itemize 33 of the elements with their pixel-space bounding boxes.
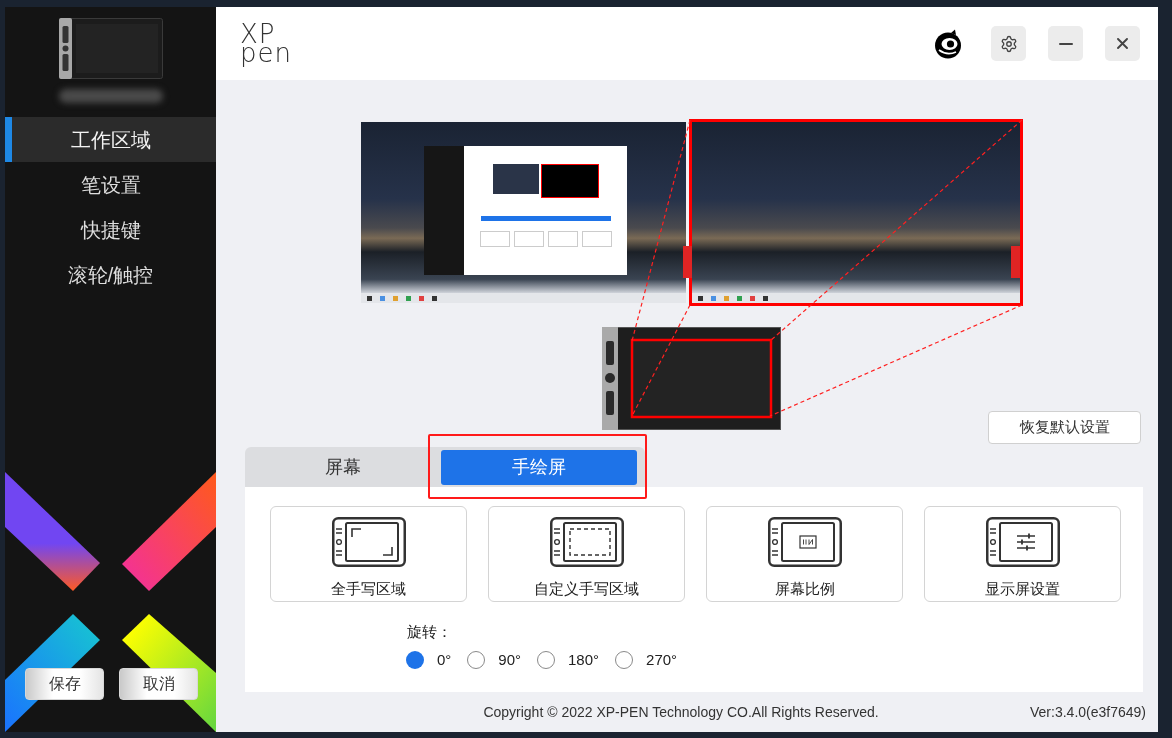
close-button[interactable] [1105, 26, 1140, 61]
tablet-ratio-icon [767, 517, 842, 567]
settings-icon [999, 34, 1018, 53]
sidebar-nav-item[interactable]: 工作区域 [5, 117, 216, 162]
sidebar-action-button[interactable]: 保存 [25, 668, 104, 700]
tablet-sliders-icon [985, 517, 1060, 567]
rotation-option[interactable]: 0° [406, 651, 452, 669]
rotation-option[interactable]: 180° [537, 651, 600, 669]
side-tab-marker [1011, 246, 1020, 278]
rotation-option[interactable]: 90° [467, 651, 522, 669]
rotation-label: 旋转： [407, 623, 452, 641]
version-text: Ver:3.4.0(e3f7649) [1030, 702, 1146, 722]
sidebar-nav-item[interactable]: 笔设置 [5, 162, 216, 207]
sidebar-nav-item[interactable]: 滚轮/触控 [5, 252, 216, 297]
sidebar-action-button[interactable]: 取消 [119, 668, 198, 700]
sidebar-nav-item[interactable]: 快捷键 [5, 207, 216, 252]
reset-defaults-button[interactable]: 恢复默认设置 [988, 411, 1141, 444]
tablet-corners-icon [331, 517, 406, 567]
mapping-mode-card[interactable]: 全手写区域 [270, 506, 467, 602]
round-eye-icon[interactable] [934, 28, 962, 59]
mapping-mode-card[interactable]: 自定义手写区域 [488, 506, 685, 602]
settings-button[interactable] [991, 26, 1026, 61]
tablet-dashed-area-icon [549, 517, 624, 567]
minimize-button[interactable] [1048, 26, 1083, 61]
copyright-text: Copyright © 2022 XP-PEN Technology CO.All Rights Reserved. [483, 702, 879, 722]
rotation-option[interactable]: 270° [615, 651, 678, 669]
mapping-mode-card[interactable]: 显示屏设置 [924, 506, 1121, 602]
mapping-mode-card[interactable]: 屏幕比例 [706, 506, 903, 602]
side-tab-marker [683, 246, 692, 278]
tab[interactable]: 手绘屏 [441, 449, 637, 485]
close-icon [1117, 38, 1128, 49]
minimize-icon [1058, 42, 1073, 45]
tab[interactable]: 屏幕 [245, 447, 441, 487]
